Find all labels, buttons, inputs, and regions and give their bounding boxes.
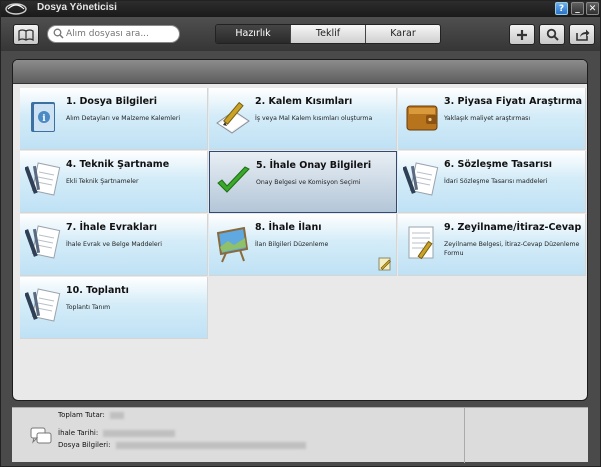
- tile-description: İş veya Mal Kalem kısımları oluşturma: [255, 115, 373, 122]
- tile-description: Yaklaşık maliyet araştırması: [444, 115, 531, 122]
- library-button[interactable]: [13, 24, 39, 45]
- info-total-row: Toplam Tutar:: [58, 411, 125, 419]
- tab-teklif[interactable]: Teklif: [291, 25, 366, 43]
- tile-title: 1. Dosya Bilgileri: [66, 96, 157, 107]
- info-file-value: [115, 441, 306, 449]
- tile-description: İdari Sözleşme Tasarısı maddeleri: [444, 178, 548, 185]
- minimize-button[interactable]: _: [571, 2, 584, 15]
- search-input[interactable]: [66, 27, 174, 41]
- close-button[interactable]: ✕: [586, 2, 599, 15]
- tile-kalem-kisimlari[interactable]: 2. Kalem Kısımları İş veya Mal Kalem kıs…: [209, 88, 397, 150]
- tile-description: İlan Bilgileri Düzenleme: [255, 241, 329, 248]
- dosya-yoneticisi-window: Dosya Yöneticisi ? _ ✕ Hazırlık Teklif K…: [0, 0, 601, 467]
- wallet-icon: [406, 105, 438, 131]
- tile-ihale-onay-bilgileri[interactable]: 5. İhale Onay Bilgileri Onay Belgesi ve …: [209, 151, 397, 213]
- tile-title: 3. Piyasa Fiyatı Araştırma: [444, 96, 583, 107]
- add-button[interactable]: [509, 24, 535, 45]
- notepad-pencil-icon: [216, 101, 250, 134]
- info-total-value: [110, 411, 125, 419]
- tile-description: Alım Detayları ve Malzeme Kalemleri: [66, 115, 181, 122]
- title-bar: Dosya Yöneticisi ? _ ✕: [1, 1, 600, 17]
- toolbar: Hazırlık Teklif Karar: [1, 17, 600, 51]
- info-date-label: İhale Tarihi:: [58, 429, 99, 437]
- easel-icon: [216, 226, 249, 263]
- tile-title: 7. İhale Evrakları: [66, 222, 157, 233]
- document-pen-icon: [403, 162, 439, 196]
- search-icon: [53, 28, 64, 39]
- tile-description: Zeyilname Belgesi, İtiraz-Cevap Düzenlem…: [444, 241, 580, 257]
- tile-title: 9. Zeyilname/İtiraz-Cevap: [444, 222, 582, 233]
- document-pen-icon: [25, 162, 61, 196]
- tile-ihale-evraklari[interactable]: 7. İhale Evrakları İhale Evrak ve Belge …: [20, 214, 208, 276]
- tile-description: İhale Evrak ve Belge Maddeleri: [66, 241, 162, 248]
- app-logo-icon: [5, 3, 27, 15]
- document-pen-icon: [25, 225, 61, 259]
- tile-title: 4. Teknik Şartname: [66, 159, 170, 170]
- info-date-value: [103, 429, 176, 437]
- book-info-icon: i: [31, 102, 55, 132]
- tab-karar[interactable]: Karar: [366, 25, 440, 43]
- document-pen-icon: [408, 226, 434, 260]
- tile-description: Toplantı Tanım: [66, 304, 111, 311]
- tile-sozlesme-tasarisi[interactable]: 6. Sözleşme Tasarısı İdari Sözleşme Tasa…: [398, 151, 586, 213]
- search-icon: [546, 28, 559, 41]
- tile-title: 8. İhale İlanı: [255, 222, 322, 233]
- info-file-row: Dosya Bilgileri:: [58, 441, 306, 449]
- tile-ihale-ilani[interactable]: 8. İhale İlanı İlan Bilgileri Düzenleme: [209, 214, 397, 276]
- info-file-label: Dosya Bilgileri:: [58, 441, 111, 449]
- tile-piyasa-fiyati[interactable]: 3. Piyasa Fiyatı Araştırma Yaklaşık mali…: [398, 88, 586, 150]
- tile-description: Onay Belgesi ve Komisyon Seçimi: [256, 179, 361, 186]
- help-button[interactable]: ?: [555, 2, 568, 15]
- share-button[interactable]: [569, 24, 595, 45]
- tile-dosya-bilgileri[interactable]: i 1. Dosya Bilgileri Alım Detayları ve M…: [20, 88, 208, 150]
- search-button[interactable]: [539, 24, 565, 45]
- svg-text:i: i: [42, 114, 46, 124]
- phase-tabs: Hazırlık Teklif Karar: [215, 24, 441, 44]
- tile-toplanti[interactable]: 10. Toplantı Toplantı Tanım: [20, 277, 208, 339]
- info-date-row: İhale Tarihi:: [58, 429, 176, 437]
- info-divider: [464, 408, 465, 463]
- share-icon: [575, 29, 589, 41]
- search-box[interactable]: [47, 25, 180, 43]
- tile-title: 2. Kalem Kısımları: [255, 96, 353, 107]
- tab-hazirlik[interactable]: Hazırlık: [216, 25, 291, 43]
- window-title: Dosya Yöneticisi: [37, 2, 117, 13]
- file-info-panel: Toplam Tutar: İhale Tarihi: Dosya Bilgil…: [12, 407, 588, 463]
- main-panel: i 1. Dosya Bilgileri Alım Detayları ve M…: [12, 59, 588, 401]
- plus-icon: [517, 29, 527, 40]
- chat-bubble-icon: [30, 427, 52, 444]
- tile-title: 10. Toplantı: [66, 285, 129, 296]
- tile-title: 5. İhale Onay Bilgileri: [256, 160, 372, 171]
- tile-title: 6. Sözleşme Tasarısı: [444, 159, 553, 170]
- checkmark-icon: [217, 166, 250, 193]
- edit-note-icon[interactable]: [378, 257, 392, 271]
- tile-teknik-sartname[interactable]: 4. Teknik Şartname Ekli Teknik Şartnamel…: [20, 151, 208, 213]
- panel-header: [13, 60, 587, 84]
- info-total-label: Toplam Tutar:: [58, 411, 105, 419]
- document-pen-icon: [25, 288, 61, 322]
- tile-zeyilname[interactable]: 9. Zeyilname/İtiraz-Cevap Zeyilname Belg…: [398, 214, 586, 276]
- tile-description: Ekli Teknik Şartnameler: [66, 178, 139, 185]
- book-icon: [18, 28, 34, 41]
